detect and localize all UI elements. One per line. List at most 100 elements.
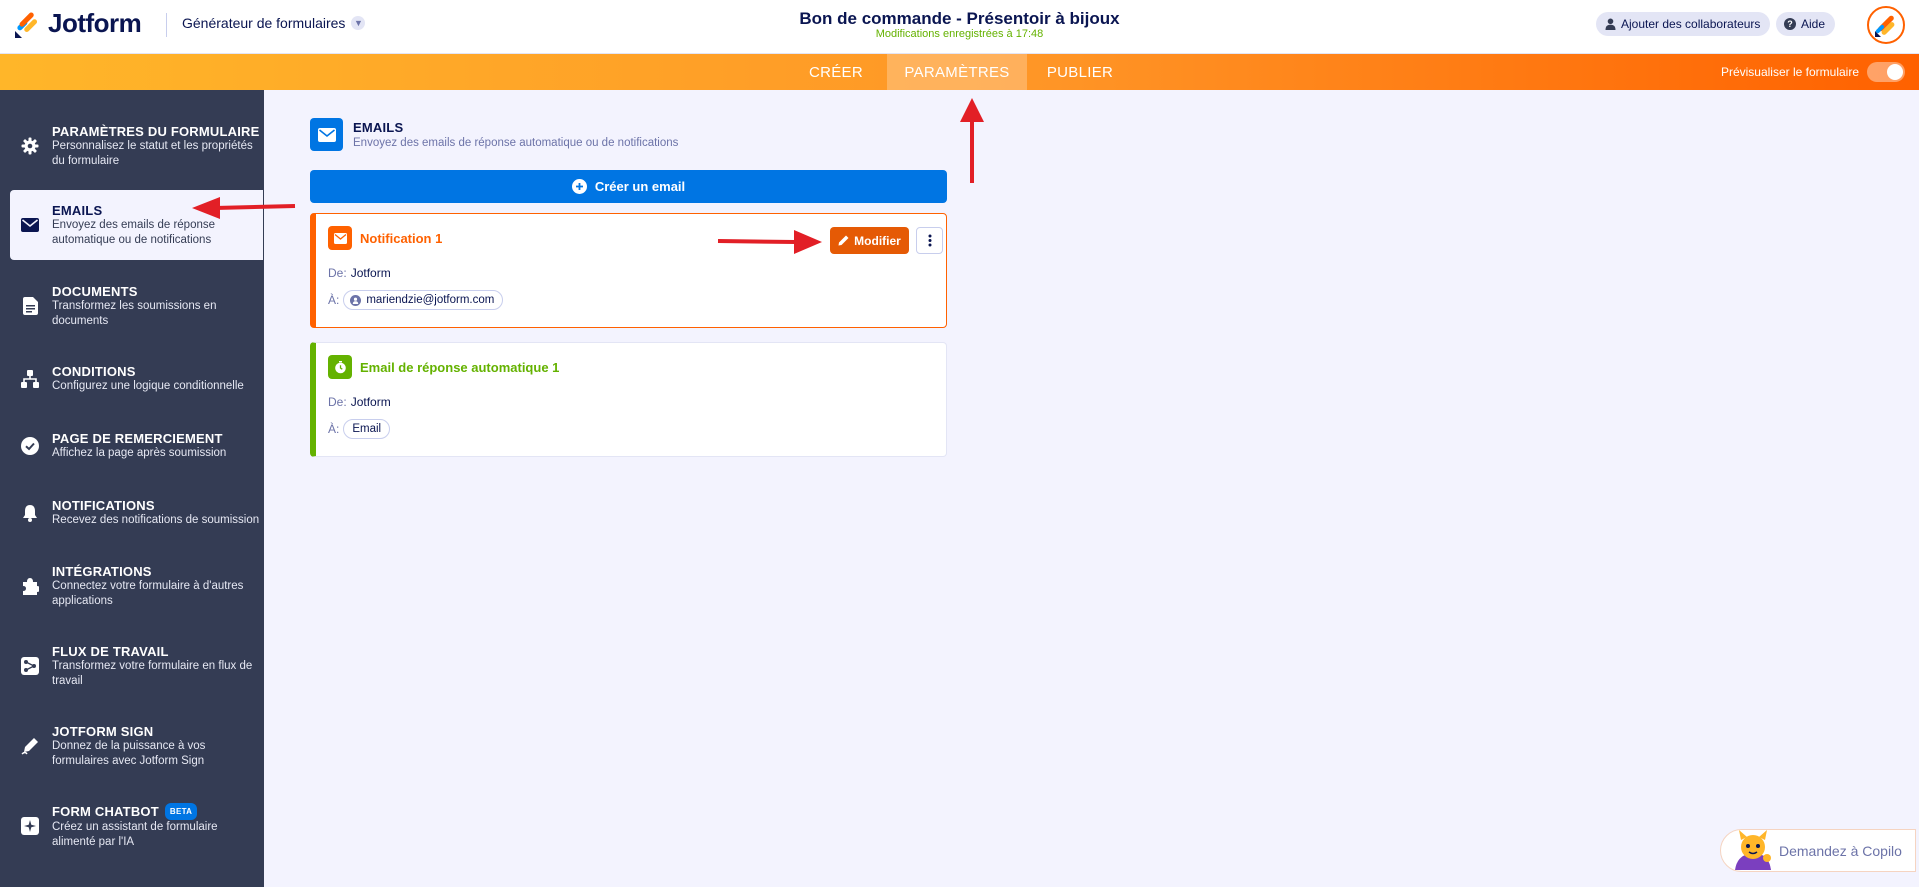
email-name[interactable]: Email de réponse automatique 1 — [360, 360, 559, 375]
from-value: Jotform — [350, 395, 391, 409]
sidebar-item-desc: Recevez des notifications de soumission — [52, 514, 260, 526]
sidebar-item-documents[interactable]: DOCUMENTS Transformez les soumissions en… — [10, 278, 263, 334]
header-divider — [166, 13, 167, 37]
copilot-button[interactable]: Demandez à Copilo — [1720, 829, 1916, 872]
kebab-menu-icon — [928, 234, 932, 247]
from-value: Jotform — [350, 266, 391, 280]
from-label: De: — [328, 395, 347, 409]
from-label: De: — [328, 266, 347, 280]
more-options-button[interactable] — [916, 227, 943, 254]
notification-envelope-icon — [328, 226, 352, 250]
sidebar-item-desc: Donnez de la puissance à vos formulaires… — [52, 739, 206, 767]
user-icon — [350, 294, 362, 306]
gear-icon — [20, 118, 40, 174]
builder-menu[interactable]: Générateur de formulaires ▼ — [182, 15, 366, 31]
sidebar-item-desc: Affichez la page après soumission — [52, 447, 227, 459]
preview-label: Prévisualiser le formulaire — [1720, 65, 1859, 79]
pen-icon — [20, 718, 40, 774]
to-label: À: — [328, 422, 340, 436]
builder-nav: CRÉER PARAMÈTRES PUBLIER Prévisualiser l… — [0, 54, 1919, 90]
chevron-down-icon: ▼ — [351, 16, 366, 30]
email-from-row: De: Jotform — [328, 266, 391, 280]
avatar-logo-icon — [1875, 15, 1895, 37]
sidebar-item-title-text: FORM CHATBOT — [52, 803, 159, 819]
create-email-button[interactable]: Créer un email — [310, 170, 947, 203]
edit-email-label: Modifier — [854, 233, 901, 248]
section-description: Envoyez des emails de réponse automatiqu… — [353, 137, 679, 149]
help-button[interactable]: ? Aide — [1776, 12, 1836, 36]
sidebar-item-desc: Transformez votre formulaire en flux de … — [52, 659, 253, 687]
tab-settings[interactable]: PARAMÈTRES — [887, 54, 1027, 90]
jotform-logo[interactable]: Jotform — [14, 8, 142, 39]
workflow-icon — [20, 638, 40, 694]
sidebar-item-workflow[interactable]: FLUX DE TRAVAIL Transformez votre formul… — [10, 638, 263, 694]
plus-circle-icon — [571, 179, 587, 194]
add-collaborators-button[interactable]: Ajouter des collaborateurs — [1596, 12, 1771, 36]
email-from-row: De: Jotform — [328, 395, 391, 409]
sidebar-item-integrations[interactable]: INTÉGRATIONS Connectez votre formulaire … — [10, 558, 263, 614]
section-title: EMAILS — [353, 120, 404, 135]
sidebar-item-notifications[interactable]: NOTIFICATIONS Recevez des notifications … — [10, 492, 263, 534]
help-label: Aide — [1801, 17, 1826, 31]
svg-text:?: ? — [1787, 19, 1793, 29]
hierarchy-icon — [20, 358, 40, 400]
edit-email-button[interactable]: Modifier — [830, 227, 909, 254]
sidebar-item-title: FORM CHATBOT BETA — [52, 802, 263, 820]
sidebar-item-emails[interactable]: EMAILS Envoyez des emails de réponse aut… — [10, 190, 263, 260]
bell-icon — [20, 492, 40, 534]
document-icon — [20, 278, 40, 334]
sidebar-item-title: DOCUMENTS — [52, 283, 138, 299]
recipient-email: Email — [352, 423, 382, 435]
top-header: Jotform Générateur de formulaires ▼ Bon … — [0, 0, 1919, 54]
sidebar-item-title: PARAMÈTRES DU FORMULAIRE — [52, 123, 260, 139]
sidebar-item-title: JOTFORM SIGN — [52, 723, 154, 739]
tab-create[interactable]: CRÉER — [796, 54, 876, 90]
sidebar-item-title: INTÉGRATIONS — [52, 563, 152, 579]
arrow-to-settings-head — [960, 98, 984, 122]
question-icon: ? — [1784, 18, 1796, 30]
beta-badge: BETA — [164, 802, 198, 820]
sidebar-item-form-chatbot[interactable]: FORM CHATBOT BETA Créez un assistant de … — [10, 798, 263, 854]
email-name[interactable]: Notification 1 — [360, 231, 442, 246]
copilot-avatar-icon — [1729, 830, 1775, 871]
settings-sidebar: PARAMÈTRES DU FORMULAIRE Personnalisez l… — [0, 90, 264, 887]
sidebar-item-jotform-sign[interactable]: JOTFORM SIGN Donnez de la puissance à vo… — [10, 718, 263, 774]
sidebar-item-title: EMAILS — [52, 202, 103, 218]
sidebar-item-desc: Envoyez des emails de réponse automatiqu… — [52, 218, 216, 246]
preview-form: Prévisualiser le formulaire — [1721, 62, 1905, 82]
annotation-arrows — [192, 98, 984, 254]
builder-menu-label: Générateur de formulaires — [182, 15, 346, 31]
sidebar-item-desc: Configurez une logique conditionnelle — [52, 380, 244, 392]
user-avatar[interactable] — [1867, 6, 1905, 44]
sidebar-item-title: PAGE DE REMERCIEMENT — [52, 431, 223, 446]
jotform-logo-icon — [14, 9, 40, 39]
sidebar-item-title: FLUX DE TRAVAIL — [52, 643, 169, 659]
email-to-row: À: mariendzie@jotform.com — [328, 290, 504, 310]
sidebar-item-desc: Créez un assistant de formulaire aliment… — [52, 820, 218, 848]
to-label: À: — [328, 293, 340, 307]
recipient-chip: mariendzie@jotform.com — [343, 290, 504, 310]
envelope-icon — [310, 118, 343, 151]
create-email-label: Créer un email — [594, 179, 686, 194]
sidebar-item-title: NOTIFICATIONS — [52, 498, 155, 513]
chatbot-icon — [20, 798, 40, 854]
sidebar-item-thank-you-page[interactable]: PAGE DE REMERCIEMENT Affichez la page ap… — [10, 425, 263, 467]
tab-publish[interactable]: PUBLIER — [1035, 54, 1125, 90]
logo-text: Jotform — [48, 8, 142, 38]
copilot-label: Demandez à Copilo — [1779, 842, 1902, 859]
preview-toggle[interactable] — [1867, 62, 1905, 82]
sidebar-item-desc: Connectez votre formulaire à d'autres ap… — [52, 579, 244, 607]
sidebar-item-desc: Transformez les soumissions en documents — [52, 299, 217, 327]
emails-section-header: EMAILS Envoyez des emails de réponse aut… — [310, 118, 678, 151]
email-to-row: À: Email — [328, 419, 391, 439]
autoresponder-clock-icon — [328, 355, 352, 379]
sidebar-item-title: CONDITIONS — [52, 364, 136, 379]
sidebar-item-desc: Personnalisez le statut et les propriété… — [52, 139, 253, 167]
sidebar-item-conditions[interactable]: CONDITIONS Configurez une logique condit… — [10, 358, 263, 400]
email-card-autoresponder[interactable]: Email de réponse automatique 1 De: Jotfo… — [310, 342, 947, 457]
puzzle-icon — [20, 558, 40, 614]
email-card-notification[interactable]: Notification 1 Modifier De: Jotform À: m… — [310, 213, 947, 328]
add-collaborators-label: Ajouter des collaborateurs — [1621, 17, 1761, 31]
recipient-email: mariendzie@jotform.com — [366, 294, 495, 306]
sidebar-item-form-settings[interactable]: PARAMÈTRES DU FORMULAIRE Personnalisez l… — [10, 118, 263, 174]
